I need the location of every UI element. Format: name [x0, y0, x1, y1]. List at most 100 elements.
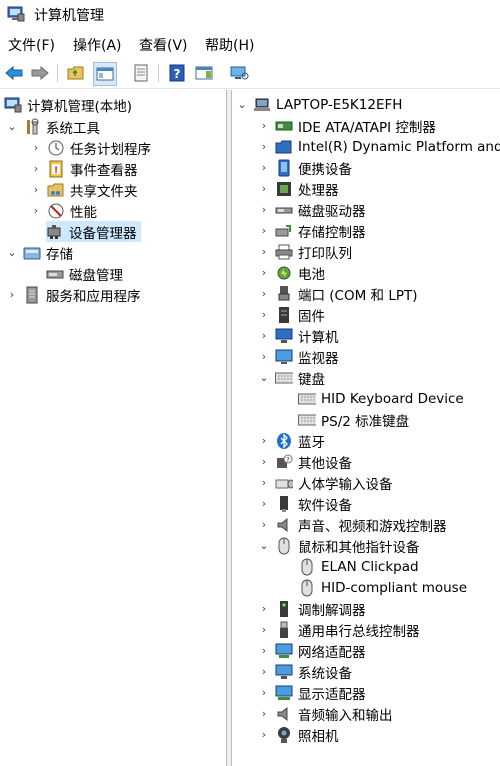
tree-label: 系统工具 — [46, 120, 100, 137]
chevron-right-icon[interactable]: › — [258, 203, 270, 216]
chevron-right-icon[interactable]: › — [258, 329, 270, 342]
device-category-mouse[interactable]: ⌄ 鼠标和其他指针设备 — [258, 535, 420, 556]
menu-action[interactable]: 操作(A) — [73, 35, 122, 55]
up-folder-icon[interactable] — [65, 62, 87, 84]
device-category[interactable]: › 照相机 — [258, 724, 339, 745]
chevron-right-icon[interactable]: › — [258, 350, 270, 363]
device-category-keyboard[interactable]: ⌄ 键盘 — [258, 367, 325, 388]
tree-item-storage[interactable]: ⌄ 存储 — [6, 242, 73, 263]
device-category[interactable]: › 固件 — [258, 304, 325, 325]
device-category[interactable]: › 通用串行总线控制器 — [258, 619, 420, 640]
chevron-right-icon[interactable]: › — [258, 308, 270, 321]
chevron-right-icon[interactable]: › — [258, 434, 270, 447]
device-category[interactable]: › 磁盘驱动器 — [258, 199, 366, 220]
menu-help[interactable]: 帮助(H) — [205, 35, 254, 55]
chevron-right-icon[interactable]: › — [258, 707, 270, 720]
device-category[interactable]: › 音频输入和输出 — [258, 703, 393, 724]
device-category[interactable]: › 端口 (COM 和 LPT) — [258, 283, 418, 304]
device-category[interactable]: › 调制解调器 — [258, 598, 366, 619]
forward-arrow-icon[interactable] — [29, 62, 51, 84]
tree-item-event-viewer[interactable]: › ! 事件查看器 — [30, 158, 138, 179]
action-pane-icon[interactable] — [193, 62, 215, 84]
mouse-icon — [275, 537, 293, 555]
chevron-down-icon[interactable]: ⌄ — [258, 539, 270, 552]
device-item[interactable]: PS/2 标准键盘 — [298, 409, 409, 430]
device-category[interactable]: › 人体学输入设备 — [258, 472, 393, 493]
chevron-right-icon[interactable]: › — [258, 287, 270, 300]
device-category[interactable]: › 声音、视频和游戏控制器 — [258, 514, 447, 535]
help-icon[interactable]: ? — [166, 62, 188, 84]
menu-file[interactable]: 文件(F) — [8, 35, 55, 55]
chevron-down-icon[interactable]: ⌄ — [258, 371, 270, 384]
chevron-right-icon[interactable]: › — [258, 455, 270, 468]
show-console-tree-icon[interactable] — [93, 62, 117, 86]
device-item[interactable]: ELAN Clickpad — [298, 556, 419, 577]
device-label: 固件 — [298, 308, 325, 325]
chevron-right-icon[interactable]: › — [258, 686, 270, 699]
tree-item-disk-management[interactable]: 磁盘管理 — [46, 263, 123, 284]
chevron-right-icon[interactable]: › — [258, 728, 270, 741]
printer-icon — [275, 243, 293, 261]
chevron-right-icon[interactable]: › — [6, 288, 18, 301]
chevron-right-icon[interactable]: › — [30, 162, 42, 175]
chevron-right-icon[interactable]: › — [258, 476, 270, 489]
device-label: 打印队列 — [298, 245, 352, 262]
tree-item-shared-folders[interactable]: › 共享文件夹 — [30, 179, 138, 200]
tree-item-system-tools[interactable]: ⌄ 系统工具 — [6, 116, 100, 137]
device-category[interactable]: ›? 其他设备 — [258, 451, 352, 472]
device-category[interactable]: › 软件设备 — [258, 493, 352, 514]
chevron-down-icon[interactable]: ⌄ — [236, 98, 248, 111]
tree-label: 服务和应用程序 — [46, 288, 141, 305]
device-category[interactable]: › 电池 — [258, 262, 325, 283]
tree-item-device-manager[interactable]: 设备管理器 — [46, 221, 141, 242]
toolbar: ? — [0, 58, 500, 89]
chevron-right-icon[interactable]: › — [30, 183, 42, 196]
chevron-right-icon[interactable]: › — [258, 497, 270, 510]
tree-item-services-apps[interactable]: › 服务和应用程序 — [6, 284, 141, 305]
tree-item-computer-management[interactable]: 计算机管理(本地) — [4, 94, 132, 115]
device-category[interactable]: › Intel(R) Dynamic Platform and T — [258, 136, 500, 157]
chevron-right-icon[interactable]: › — [258, 245, 270, 258]
toolbar-separator — [158, 64, 159, 82]
chevron-right-icon[interactable]: › — [258, 224, 270, 237]
device-category[interactable]: › 监视器 — [258, 346, 339, 367]
chevron-right-icon[interactable]: › — [258, 518, 270, 531]
scan-hardware-icon[interactable] — [228, 62, 250, 84]
device-label: 计算机 — [298, 329, 339, 346]
device-category[interactable]: › 处理器 — [258, 178, 339, 199]
chevron-right-icon[interactable]: › — [258, 602, 270, 615]
chevron-down-icon[interactable]: ⌄ — [6, 120, 18, 133]
chevron-right-icon[interactable]: › — [258, 623, 270, 636]
device-category[interactable]: › 网络适配器 — [258, 640, 366, 661]
back-arrow-icon[interactable] — [3, 62, 25, 84]
chevron-right-icon[interactable]: › — [258, 119, 270, 132]
computer-management-icon — [7, 6, 25, 22]
device-item[interactable]: HID Keyboard Device — [298, 388, 464, 409]
device-item[interactable]: HID-compliant mouse — [298, 577, 467, 598]
chevron-right-icon[interactable]: › — [258, 140, 270, 153]
chevron-right-icon[interactable]: › — [30, 204, 42, 217]
device-category[interactable]: › 系统设备 — [258, 661, 352, 682]
tree-item-task-scheduler[interactable]: › 任务计划程序 — [30, 137, 151, 158]
port-icon — [275, 285, 293, 303]
device-category[interactable]: › 便携设备 — [258, 157, 352, 178]
device-category[interactable]: › 打印队列 — [258, 241, 352, 262]
chevron-right-icon[interactable]: › — [258, 644, 270, 657]
menu-view[interactable]: 查看(V) — [139, 35, 188, 55]
device-root-laptop[interactable]: ⌄ LAPTOP-E5K12EFH — [236, 94, 402, 115]
tree-item-performance[interactable]: › 性能 — [30, 200, 97, 221]
chevron-right-icon[interactable]: › — [258, 266, 270, 279]
keyboard-icon — [275, 369, 293, 387]
device-category[interactable]: › 存储控制器 — [258, 220, 366, 241]
chevron-down-icon[interactable]: ⌄ — [6, 246, 18, 259]
device-category[interactable]: › 蓝牙 — [258, 430, 325, 451]
monitor-icon — [275, 348, 293, 366]
chevron-right-icon[interactable]: › — [258, 665, 270, 678]
device-category[interactable]: › 显示适配器 — [258, 682, 366, 703]
device-category[interactable]: › IDE ATA/ATAPI 控制器 — [258, 115, 436, 136]
chevron-right-icon[interactable]: › — [258, 161, 270, 174]
device-category[interactable]: › 计算机 — [258, 325, 339, 346]
properties-sheet-icon[interactable] — [130, 62, 152, 84]
chevron-right-icon[interactable]: › — [258, 182, 270, 195]
chevron-right-icon[interactable]: › — [30, 141, 42, 154]
